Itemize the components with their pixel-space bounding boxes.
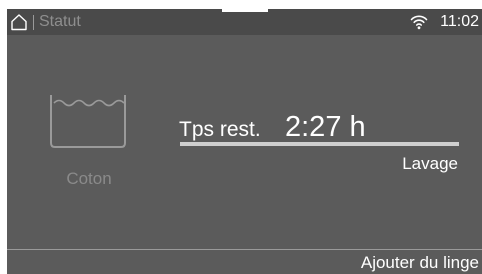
status-separator xyxy=(33,15,34,30)
clock: 11:02 xyxy=(440,13,479,30)
program-name: Coton xyxy=(66,169,112,188)
home-icon xyxy=(11,14,27,31)
remaining-time-value: 2:27 h xyxy=(285,111,366,143)
program-phase: Lavage xyxy=(402,154,458,173)
home-button[interactable] xyxy=(10,13,28,31)
remaining-time-label: Tps rest. xyxy=(179,118,261,141)
page-title: Statut xyxy=(39,13,81,30)
wifi-icon xyxy=(410,15,428,30)
wash-tub-icon xyxy=(50,95,126,148)
display-screen: Statut 11:02 Coton Tps rest. 2:27 h Lava… xyxy=(7,9,482,274)
top-indicator xyxy=(222,9,268,12)
footer-separator xyxy=(7,249,482,250)
status-bar: Statut 11:02 xyxy=(7,9,482,35)
progress-line xyxy=(180,142,459,146)
add-laundry-button[interactable]: Ajouter du linge xyxy=(361,253,479,273)
